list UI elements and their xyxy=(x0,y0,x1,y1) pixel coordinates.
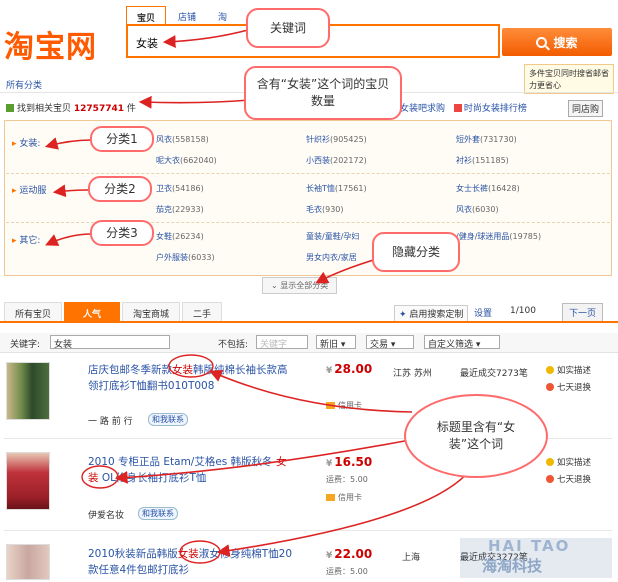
arrow-title1 xyxy=(209,369,413,413)
annotation-hidden: 隐藏分类 xyxy=(372,232,460,272)
arrow-title2 xyxy=(114,439,411,484)
arrow-cat3 xyxy=(45,233,93,246)
arrow-cat2 xyxy=(52,184,89,198)
annotation-cat3: 分类3 xyxy=(90,220,154,246)
highlight-circle xyxy=(179,540,221,564)
arrow-hidden xyxy=(315,257,381,284)
highlight-circle xyxy=(168,354,214,378)
annotation-cat2: 分类2 xyxy=(88,176,152,202)
annotation-cat1: 分类1 xyxy=(90,126,154,152)
highlight-circle xyxy=(81,465,119,489)
annotation-title: 标题里含有“女装”这个词 xyxy=(404,394,548,478)
annotation-count: 含有“女装”这个词的宝贝数量 xyxy=(244,66,402,120)
arrow-title3 xyxy=(216,469,471,557)
arrow-keyword xyxy=(162,29,249,48)
annotation-keyword: 关键词 xyxy=(246,8,330,48)
arrow-count xyxy=(138,95,251,109)
arrow-cat1 xyxy=(44,137,93,150)
